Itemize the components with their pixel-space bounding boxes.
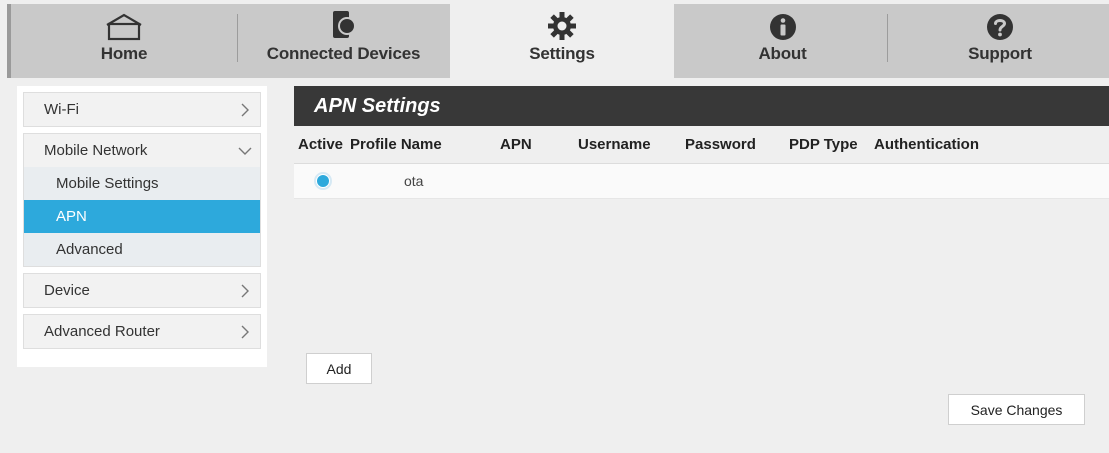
- tab-home-label: Home: [100, 44, 148, 63]
- sidebar-group-advanced-router: Advanced Router: [23, 314, 261, 349]
- sidebar-group-wifi: Wi-Fi: [23, 92, 261, 127]
- page-title: APN Settings: [294, 86, 1109, 126]
- radio-selected-dot: [317, 175, 329, 187]
- sidebar-item-wifi[interactable]: Wi-Fi: [24, 93, 260, 126]
- tab-about[interactable]: About: [674, 4, 891, 78]
- sidebar-item-label: Advanced Router: [44, 323, 160, 340]
- column-header-apn: APN: [500, 136, 532, 153]
- sidebar-item-advanced[interactable]: Advanced: [24, 233, 260, 266]
- help-icon: [986, 4, 1014, 44]
- sidebar-item-device[interactable]: Device: [24, 274, 260, 307]
- sidebar-item-mobile-settings[interactable]: Mobile Settings: [24, 167, 260, 200]
- top-navigation: Home Connected Devices Settings About Su…: [7, 4, 1109, 78]
- save-changes-button[interactable]: Save Changes: [948, 394, 1085, 425]
- column-header-username: Username: [578, 136, 651, 153]
- info-icon: [769, 4, 797, 44]
- column-header-authentication: Authentication: [874, 136, 979, 153]
- chevron-right-icon: [238, 284, 252, 298]
- sidebar-item-advanced-router[interactable]: Advanced Router: [24, 315, 260, 348]
- column-header-password: Password: [685, 136, 756, 153]
- chevron-right-icon: [238, 103, 252, 117]
- sidebar: Wi-Fi Mobile Network Mobile Settings APN…: [17, 86, 267, 367]
- sidebar-item-label: Mobile Network: [44, 142, 148, 159]
- devices-icon: [331, 4, 357, 44]
- add-button[interactable]: Add: [306, 353, 372, 384]
- sidebar-group-device: Device: [23, 273, 261, 308]
- sidebar-item-label: Wi-Fi: [44, 101, 79, 118]
- tab-connected-devices-label: Connected Devices: [266, 44, 421, 63]
- sidebar-item-mobile-network[interactable]: Mobile Network: [24, 134, 260, 167]
- chevron-down-icon: [238, 144, 252, 158]
- column-header-pdp-type: PDP Type: [789, 136, 858, 153]
- table-header: Active Profile Name APN Username Passwor…: [294, 126, 1109, 164]
- sidebar-item-label: Device: [44, 282, 90, 299]
- mobile-network-submenu: Mobile Settings APN Advanced: [24, 167, 260, 266]
- tab-divider: [237, 14, 238, 62]
- tab-connected-devices[interactable]: Connected Devices: [237, 4, 450, 78]
- active-profile-radio[interactable]: [314, 172, 332, 190]
- tab-divider: [887, 14, 888, 62]
- tab-about-label: About: [758, 44, 807, 63]
- tab-settings-label: Settings: [529, 44, 595, 63]
- profile-name-cell: ota: [404, 173, 424, 189]
- gear-icon: [547, 4, 577, 44]
- tab-settings[interactable]: Settings: [450, 4, 674, 78]
- tab-support-label: Support: [968, 44, 1032, 63]
- home-icon: [104, 4, 144, 44]
- column-header-profile-name: Profile Name: [350, 136, 442, 153]
- table-row: ota: [294, 164, 1109, 199]
- sidebar-group-mobile-network: Mobile Network Mobile Settings APN Advan…: [23, 133, 261, 267]
- sidebar-item-apn[interactable]: APN: [24, 200, 260, 233]
- chevron-right-icon: [238, 325, 252, 339]
- tab-home[interactable]: Home: [11, 4, 237, 78]
- column-header-active: Active: [298, 136, 344, 153]
- tab-support[interactable]: Support: [891, 4, 1109, 78]
- apn-settings-panel: APN Settings Active Profile Name APN Use…: [294, 86, 1109, 446]
